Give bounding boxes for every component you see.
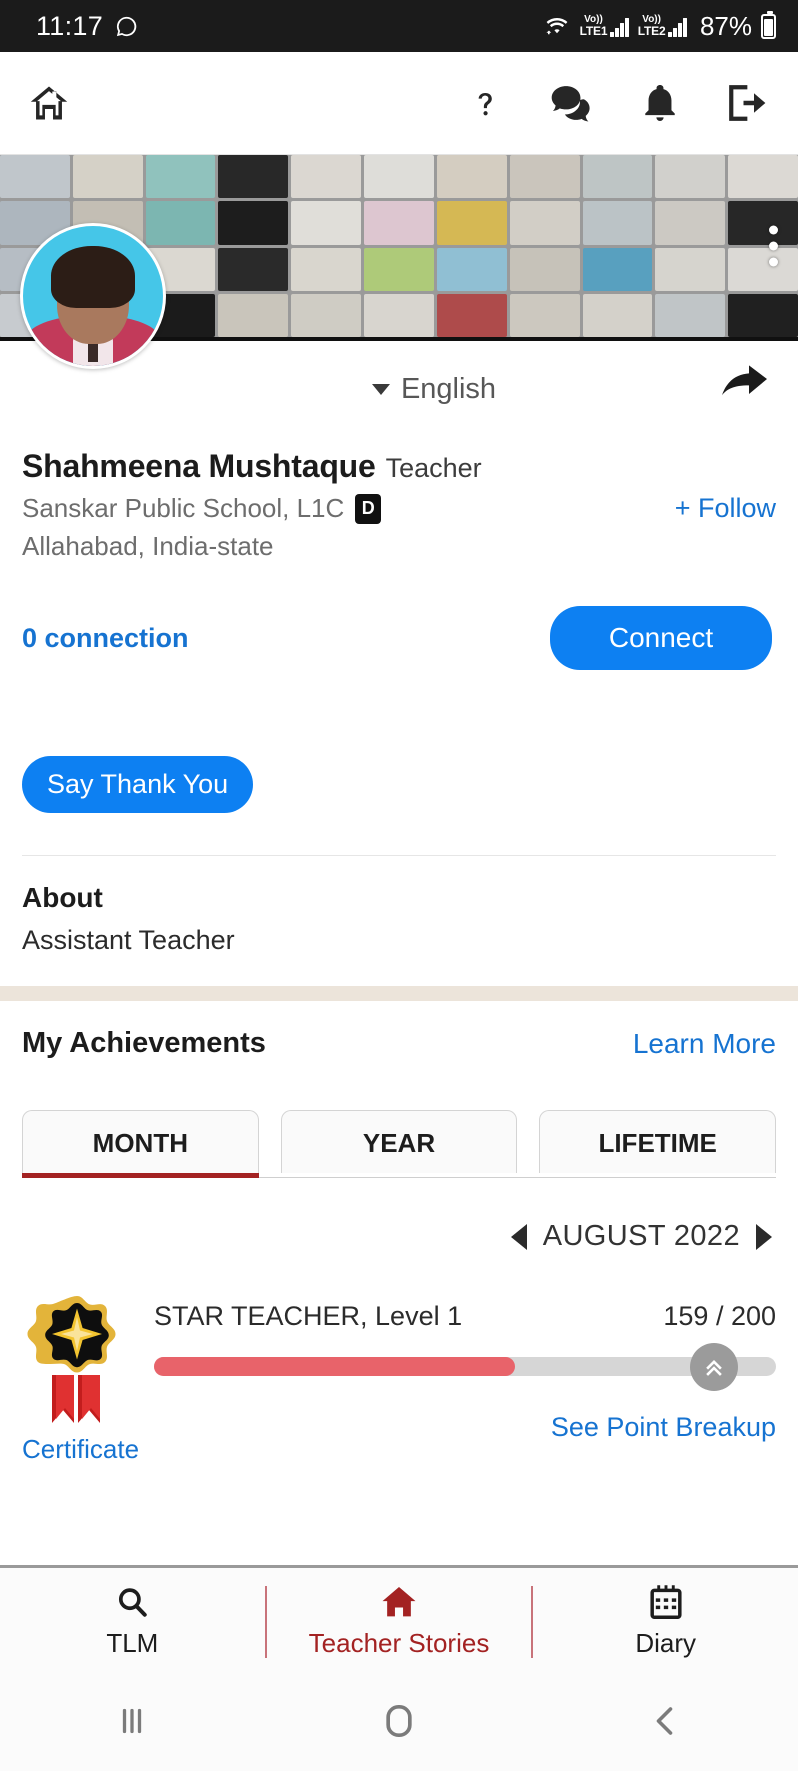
home-icon[interactable] — [28, 82, 70, 124]
tab-lifetime[interactable]: LIFETIME — [539, 1110, 777, 1173]
period-tabs: MONTH YEAR LIFETIME — [22, 1110, 777, 1178]
school-group: Sanskar Public School, L1C D — [22, 493, 382, 524]
progress-fill — [154, 1357, 515, 1376]
status-bar-left: 11:17 — [36, 11, 138, 42]
chat-bubbles-icon[interactable] — [550, 83, 594, 123]
wifi-icon — [543, 14, 571, 38]
section-band — [0, 986, 798, 1001]
profile-details: Shahmeena Mushtaque Teacher Sanskar Publ… — [0, 438, 798, 856]
sim2-signal: Vo)) LTE2 — [638, 15, 687, 37]
bottom-area: TLM Teacher Stories Diary — [0, 1565, 798, 1771]
achievements-section: My Achievements Learn More MONTH YEAR LI… — [0, 1001, 798, 1465]
school-name: Sanskar Public School, L1C — [22, 493, 345, 523]
whatsapp-icon — [115, 15, 138, 38]
home-circle-icon[interactable] — [379, 1701, 419, 1746]
period-navigator: AUGUST 2022 — [22, 1220, 776, 1253]
lte2-text: LTE2 — [637, 24, 666, 38]
battery-icon — [761, 10, 776, 39]
question-mark-icon[interactable] — [468, 83, 502, 123]
system-nav-bar — [0, 1675, 798, 1771]
progress-bar — [154, 1342, 776, 1391]
page-title: Shahmeena Mushtaque — [22, 448, 376, 484]
language-control[interactable]: English — [371, 373, 497, 406]
certificate-link[interactable]: Certificate — [22, 1434, 139, 1465]
sim1-label: Vo)) LTE1 — [579, 15, 608, 38]
profile-location: Allahabad, India-state — [22, 531, 274, 561]
about-heading: About — [22, 882, 103, 913]
bottom-nav-item-tlm[interactable]: TLM — [0, 1585, 265, 1659]
signal-bars-1 — [610, 18, 629, 37]
back-chevron-icon[interactable] — [648, 1703, 684, 1744]
say-thank-you-button[interactable]: Say Thank You — [22, 756, 254, 813]
connection-count[interactable]: 0 connection — [22, 623, 189, 654]
bell-icon[interactable] — [642, 82, 678, 124]
search-icon — [115, 1585, 149, 1619]
sim2-label: Vo)) LTE2 — [637, 15, 666, 38]
achievements-title: My Achievements — [22, 1027, 266, 1059]
tab-year[interactable]: YEAR — [280, 1110, 518, 1173]
chevron-down-icon — [371, 384, 390, 395]
clock: 11:17 — [36, 10, 104, 41]
phone-screen: 11:17 Vo)) LTE1 Vo)) LTE2 87% English Sh… — [0, 0, 798, 1771]
language-label: English — [400, 373, 497, 405]
identity-row: English — [0, 223, 798, 438]
about-section: About Assistant Teacher — [0, 856, 798, 986]
status-bar: 11:17 Vo)) LTE1 Vo)) LTE2 87% — [0, 0, 798, 52]
medal-group: Certificate — [22, 1293, 139, 1465]
lte1-text: LTE1 — [579, 24, 608, 38]
achievements-header: My Achievements Learn More — [22, 1027, 776, 1060]
status-badge: D — [355, 493, 382, 524]
bottom-nav-label-diary: Diary — [635, 1627, 697, 1658]
status-bar-right: Vo)) LTE1 Vo)) LTE2 87% — [543, 10, 776, 42]
profile-role: Teacher — [385, 453, 482, 483]
bottom-nav-item-teacher-stories[interactable]: Teacher Stories — [267, 1585, 532, 1659]
recents-icon[interactable] — [114, 1703, 150, 1744]
bottom-nav-label-teacher-stories: Teacher Stories — [308, 1627, 490, 1658]
tab-month[interactable]: MONTH — [22, 1110, 259, 1178]
avatar[interactable] — [20, 223, 166, 369]
see-point-breakup-link[interactable]: See Point Breakup — [154, 1412, 776, 1443]
follow-button[interactable]: + Follow — [675, 493, 776, 524]
home-icon — [381, 1585, 417, 1619]
progress-group: STAR TEACHER, Level 1 159 / 200 See Poin… — [154, 1293, 776, 1443]
header-actions — [468, 82, 768, 124]
about-text: Assistant Teacher — [22, 925, 235, 955]
achievement-row: Certificate STAR TEACHER, Level 1 159 / … — [22, 1293, 776, 1465]
battery-percent: 87% — [699, 10, 752, 41]
logout-icon[interactable] — [726, 83, 768, 123]
connect-button[interactable]: Connect — [550, 606, 772, 670]
period-label: AUGUST 2022 — [542, 1220, 740, 1252]
kebab-menu-icon[interactable] — [769, 225, 778, 267]
right-triangle-icon[interactable] — [756, 1223, 772, 1250]
bottom-nav-item-diary[interactable]: Diary — [533, 1584, 798, 1659]
level-row: STAR TEACHER, Level 1 159 / 200 — [154, 1301, 776, 1332]
avatar-hair — [51, 246, 135, 308]
connection-row: 0 connection Connect — [22, 606, 776, 670]
level-title: STAR TEACHER, Level 1 — [154, 1301, 463, 1331]
star-medal-icon — [27, 1296, 116, 1423]
bottom-nav-label-tlm: TLM — [106, 1627, 159, 1658]
left-triangle-icon[interactable] — [510, 1223, 527, 1250]
school-line: Sanskar Public School, L1C D + Follow — [22, 493, 776, 524]
learn-more-link[interactable]: Learn More — [633, 1028, 776, 1060]
bottom-nav: TLM Teacher Stories Diary — [0, 1565, 798, 1675]
sim1-signal: Vo)) LTE1 — [580, 15, 629, 37]
share-arrow-icon[interactable] — [718, 361, 770, 407]
name-line: Shahmeena Mushtaque Teacher — [22, 448, 776, 485]
double-chevron-up-icon[interactable] — [690, 1342, 738, 1391]
points-value: 159 / 200 — [663, 1301, 776, 1331]
signal-bars-2 — [668, 18, 687, 37]
app-header — [0, 52, 798, 155]
calendar-icon — [650, 1584, 682, 1619]
